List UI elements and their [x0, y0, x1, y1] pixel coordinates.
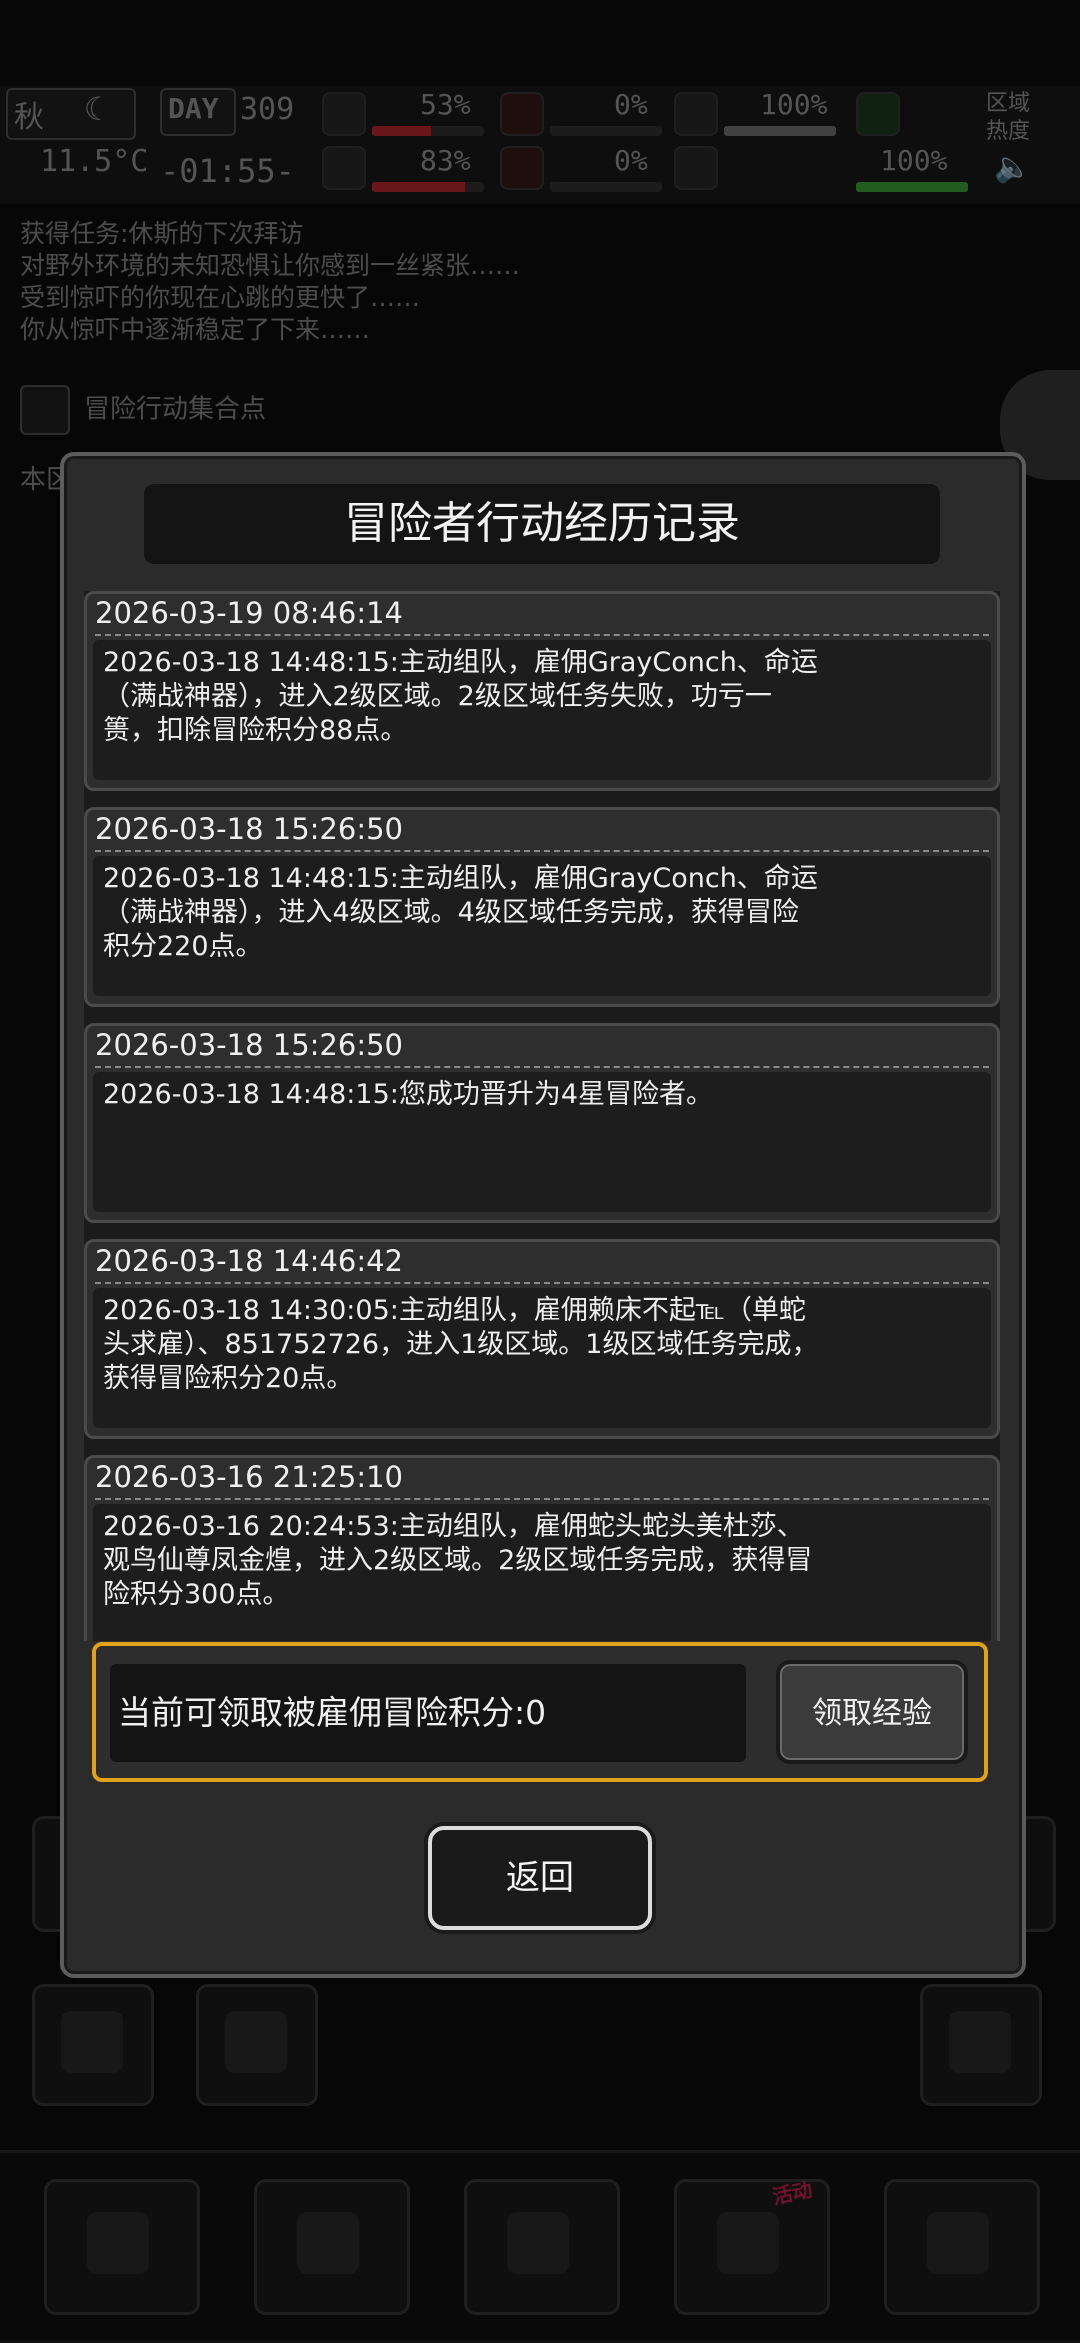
record-date: 2026-03-16 21:25:10: [95, 1460, 403, 1494]
record-entry: 2026-03-16 21:25:10 2026-03-16 20:24:53:…: [84, 1455, 1000, 1641]
record-text: 2026-03-18 14:48:15:您成功晋升为4星冒险者。: [93, 1072, 991, 1212]
record-date: 2026-03-19 08:46:14: [95, 596, 403, 630]
dashed-divider: [95, 1498, 989, 1500]
record-entry: 2026-03-18 14:46:42 2026-03-18 14:30:05:…: [84, 1239, 1000, 1439]
dashed-divider: [95, 1282, 989, 1284]
dashed-divider: [95, 634, 989, 636]
record-entry: 2026-03-18 15:26:50 2026-03-18 14:48:15:…: [84, 1023, 1000, 1223]
dialog-title: 冒险者行动经历记录: [144, 484, 940, 564]
claimable-points-text: 当前可领取被雇佣冒险积分:0: [110, 1664, 746, 1762]
claim-panel: 当前可领取被雇佣冒险积分:0 领取经验: [92, 1642, 988, 1782]
record-text: 2026-03-16 20:24:53:主动组队，雇佣蛇头蛇头美杜莎、观鸟仙尊凤…: [93, 1504, 991, 1641]
dashed-divider: [95, 1066, 989, 1068]
record-text: 2026-03-18 14:48:15:主动组队，雇佣GrayConch、命运（…: [93, 856, 991, 996]
record-date: 2026-03-18 15:26:50: [95, 1028, 403, 1062]
record-entry: 2026-03-19 08:46:14 2026-03-18 14:48:15:…: [84, 591, 1000, 791]
record-text: 2026-03-18 14:48:15:主动组队，雇佣GrayConch、命运（…: [93, 640, 991, 780]
record-date: 2026-03-18 15:26:50: [95, 812, 403, 846]
dashed-divider: [95, 850, 989, 852]
adventure-record-dialog: 冒险者行动经历记录 2026-03-19 08:46:14 2026-03-18…: [60, 452, 1026, 1978]
back-button[interactable]: 返回: [428, 1826, 652, 1930]
record-list[interactable]: 2026-03-19 08:46:14 2026-03-18 14:48:15:…: [84, 591, 1000, 1641]
record-date: 2026-03-18 14:46:42: [95, 1244, 403, 1278]
record-entry: 2026-03-18 15:26:50 2026-03-18 14:48:15:…: [84, 807, 1000, 1007]
claim-exp-button[interactable]: 领取经验: [776, 1660, 968, 1764]
record-text: 2026-03-18 14:30:05:主动组队，雇佣赖床不起℡（单蛇头求雇）、…: [93, 1288, 991, 1428]
